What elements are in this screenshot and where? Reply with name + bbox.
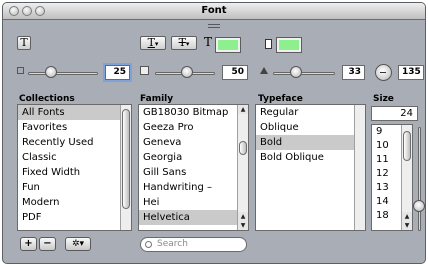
document-color-icon xyxy=(265,39,272,49)
title-bar[interactable]: Font xyxy=(3,3,425,20)
list-item[interactable]: Gill Sans xyxy=(139,165,248,180)
list-item[interactable]: Geneva xyxy=(139,135,248,150)
text-style-button[interactable]: T xyxy=(17,36,31,50)
scroll-up-icon[interactable]: ▲ xyxy=(238,212,248,221)
search-icon xyxy=(145,241,152,248)
collections-header: Collections xyxy=(19,94,75,104)
search-input[interactable]: Search xyxy=(140,237,247,252)
shadow-blur-icon xyxy=(140,66,149,75)
text-color-icon: T xyxy=(204,35,213,49)
list-item[interactable]: Helvetica xyxy=(139,210,248,225)
list-item[interactable]: Regular xyxy=(256,105,365,120)
list-item[interactable]: Recently Used xyxy=(18,135,131,150)
list-item[interactable]: Favorites xyxy=(18,120,131,135)
strikethrough-button[interactable]: T▾ xyxy=(171,36,197,50)
scroll-down-icon[interactable]: ▼ xyxy=(402,221,412,230)
list-item[interactable]: Oblique xyxy=(256,120,365,135)
collections-scrollbar[interactable] xyxy=(120,105,131,230)
shadow-offset-knob[interactable] xyxy=(290,66,302,78)
scroll-up-icon[interactable]: ▲ xyxy=(402,212,412,221)
search-placeholder: Search xyxy=(157,239,188,249)
text-color-swatch[interactable] xyxy=(215,37,241,53)
list-item[interactable]: Geeza Pro xyxy=(139,120,248,135)
family-scrollbar[interactable]: ▲ ▲ ▼ xyxy=(237,105,248,230)
scroll-thumb[interactable] xyxy=(122,109,130,209)
document-color-swatch[interactable] xyxy=(276,37,302,53)
list-item[interactable]: Hei xyxy=(139,195,248,210)
shadow-opacity-knob[interactable] xyxy=(45,66,57,78)
shadow-offset-icon xyxy=(260,67,268,74)
size-header: Size xyxy=(373,94,394,104)
underline-button[interactable]: T▾ xyxy=(140,36,166,50)
scroll-thumb[interactable] xyxy=(403,131,411,161)
shadow-offset-field[interactable]: 33 xyxy=(342,65,365,80)
shadow-blur-knob[interactable] xyxy=(181,66,193,78)
collections-list[interactable]: All Fonts Favorites Recently Used Classi… xyxy=(17,104,132,231)
size-field[interactable]: 24 xyxy=(371,106,418,121)
size-slider-knob[interactable] xyxy=(413,200,425,212)
list-item[interactable]: Georgia xyxy=(139,150,248,165)
shadow-blur-field[interactable]: 50 xyxy=(222,65,248,80)
resize-grip-icon[interactable] xyxy=(208,24,220,29)
shadow-opacity-icon xyxy=(17,67,24,74)
list-item[interactable]: Bold Oblique xyxy=(256,150,365,165)
family-list[interactable]: GB18030 Bitmap Geeza Pro Geneva Georgia … xyxy=(138,104,249,231)
size-slider[interactable] xyxy=(418,127,421,231)
shadow-angle-dial[interactable] xyxy=(375,64,392,81)
dial-pointer-icon xyxy=(380,72,386,73)
action-menu-button[interactable]: ✲▾ xyxy=(65,237,91,251)
typeface-scrollbar[interactable] xyxy=(354,105,365,230)
font-panel-window: Font T T▾ T▾ T 25 50 33 135 Collections … xyxy=(2,2,426,264)
add-collection-button[interactable]: + xyxy=(20,237,37,251)
shadow-opacity-field[interactable]: 25 xyxy=(105,65,130,80)
list-item[interactable]: GB18030 Bitmap xyxy=(139,105,248,120)
typeface-header: Typeface xyxy=(258,94,303,104)
list-item[interactable]: Fun xyxy=(18,180,131,195)
size-scrollbar[interactable]: ▲ ▼ xyxy=(401,125,412,230)
size-list[interactable]: 9 10 11 12 13 14 18 ▲ ▼ xyxy=(371,124,413,231)
list-item[interactable]: Fixed Width xyxy=(18,165,131,180)
list-item[interactable]: Modern xyxy=(18,195,131,210)
family-header: Family xyxy=(140,94,174,104)
list-item[interactable]: PDF xyxy=(18,210,131,225)
shadow-offset-slider[interactable] xyxy=(273,72,335,75)
scroll-up-icon[interactable]: ▲ xyxy=(238,105,248,114)
remove-collection-button[interactable]: − xyxy=(39,237,56,251)
list-item[interactable]: Bold xyxy=(256,135,365,150)
list-item[interactable]: Handwriting – xyxy=(139,180,248,195)
shadow-opacity-slider[interactable] xyxy=(28,72,98,75)
shadow-angle-field[interactable]: 135 xyxy=(398,65,424,80)
list-item[interactable]: All Fonts xyxy=(18,105,131,120)
typeface-list[interactable]: Regular Oblique Bold Bold Oblique xyxy=(255,104,366,231)
scroll-thumb[interactable] xyxy=(239,141,247,155)
window-title: Font xyxy=(201,5,227,16)
scroll-down-icon[interactable]: ▼ xyxy=(238,221,248,230)
list-item[interactable]: Classic xyxy=(18,150,131,165)
